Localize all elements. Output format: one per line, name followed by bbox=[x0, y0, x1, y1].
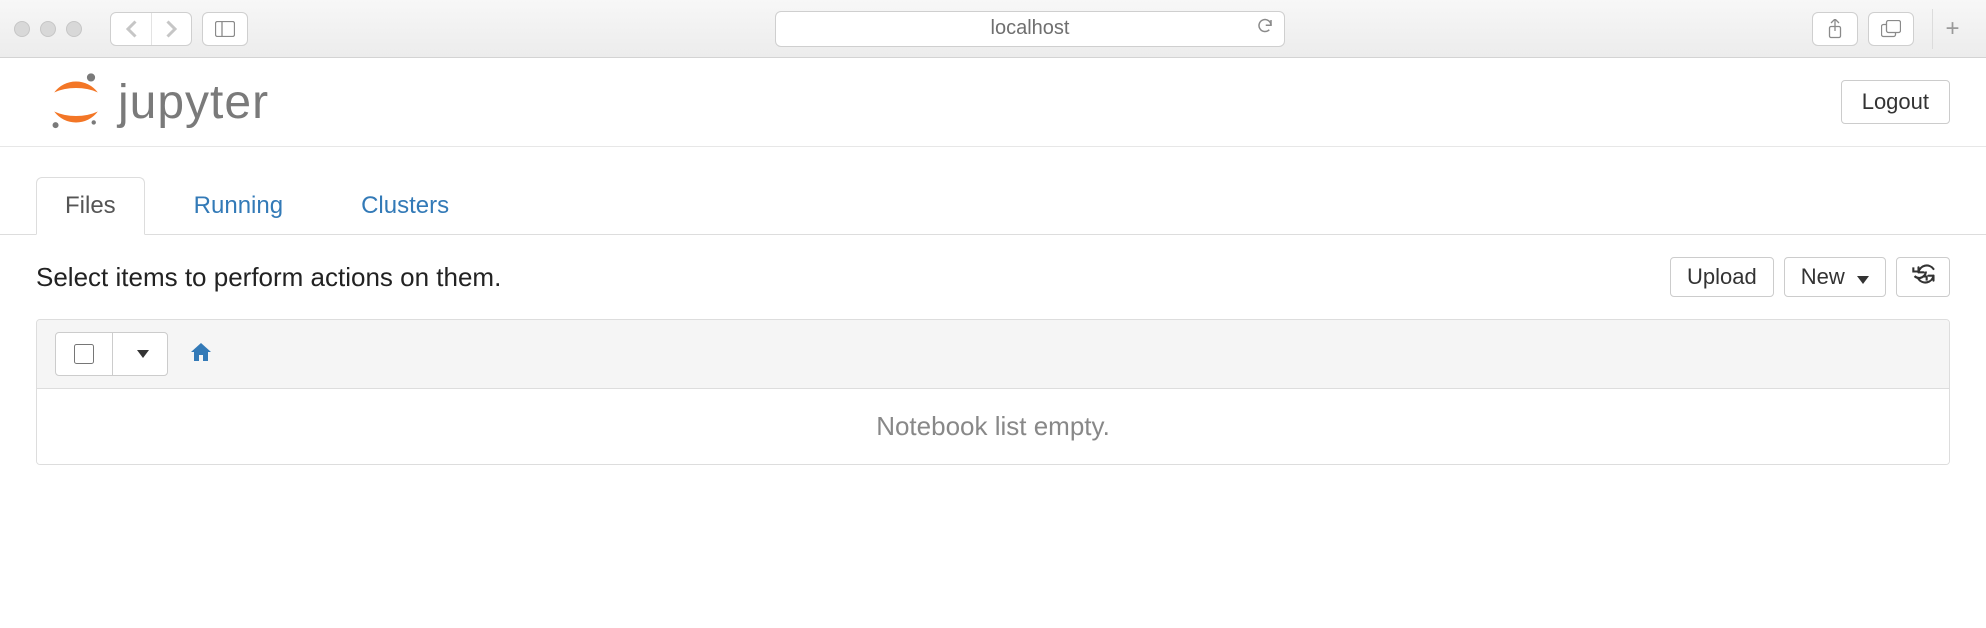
new-label: New bbox=[1801, 264, 1845, 289]
tab-files[interactable]: Files bbox=[36, 177, 145, 235]
tab-running[interactable]: Running bbox=[165, 177, 312, 235]
empty-message: Notebook list empty. bbox=[876, 411, 1110, 441]
jupyter-icon bbox=[46, 72, 106, 132]
chevron-down-icon bbox=[137, 350, 149, 358]
select-all-checkbox[interactable] bbox=[74, 344, 94, 364]
address-text: localhost bbox=[991, 17, 1070, 40]
address-bar[interactable]: localhost bbox=[775, 11, 1284, 47]
refresh-icon-overlay bbox=[1915, 264, 1937, 284]
file-list-header bbox=[37, 320, 1949, 389]
upload-button[interactable]: Upload bbox=[1670, 257, 1774, 297]
nav-back-forward bbox=[110, 12, 192, 46]
toolbar-row: Select items to perform actions on them.… bbox=[0, 235, 1986, 319]
tabs-row: Files Running Clusters bbox=[0, 177, 1986, 235]
refresh-list-button[interactable] bbox=[1896, 257, 1950, 297]
select-all-dropdown[interactable] bbox=[55, 332, 168, 376]
tab-clusters[interactable]: Clusters bbox=[332, 177, 478, 235]
new-tab-button[interactable]: + bbox=[1932, 9, 1972, 49]
brand-text: jupyter bbox=[118, 75, 269, 130]
forward-button[interactable] bbox=[151, 13, 191, 45]
breadcrumb-home[interactable] bbox=[188, 341, 214, 368]
jupyter-logo[interactable]: jupyter bbox=[46, 72, 269, 132]
chevron-down-icon bbox=[1857, 276, 1869, 284]
file-list: Notebook list empty. bbox=[36, 319, 1950, 465]
minimize-window-icon[interactable] bbox=[40, 21, 56, 37]
reload-icon[interactable] bbox=[1256, 17, 1274, 41]
new-dropdown-button[interactable]: New bbox=[1784, 257, 1886, 297]
browser-chrome: localhost + bbox=[0, 0, 1986, 58]
jupyter-header: jupyter Logout bbox=[0, 58, 1986, 147]
sidebar-toggle-button[interactable] bbox=[202, 12, 248, 46]
logout-button[interactable]: Logout bbox=[1841, 80, 1950, 124]
traffic-lights bbox=[14, 21, 82, 37]
selection-hint: Select items to perform actions on them. bbox=[36, 262, 501, 293]
share-button[interactable] bbox=[1812, 12, 1858, 46]
home-icon bbox=[188, 341, 214, 363]
close-window-icon[interactable] bbox=[14, 21, 30, 37]
back-button[interactable] bbox=[111, 13, 151, 45]
tabs-overview-button[interactable] bbox=[1868, 12, 1914, 46]
maximize-window-icon[interactable] bbox=[66, 21, 82, 37]
empty-state: Notebook list empty. bbox=[37, 389, 1949, 464]
